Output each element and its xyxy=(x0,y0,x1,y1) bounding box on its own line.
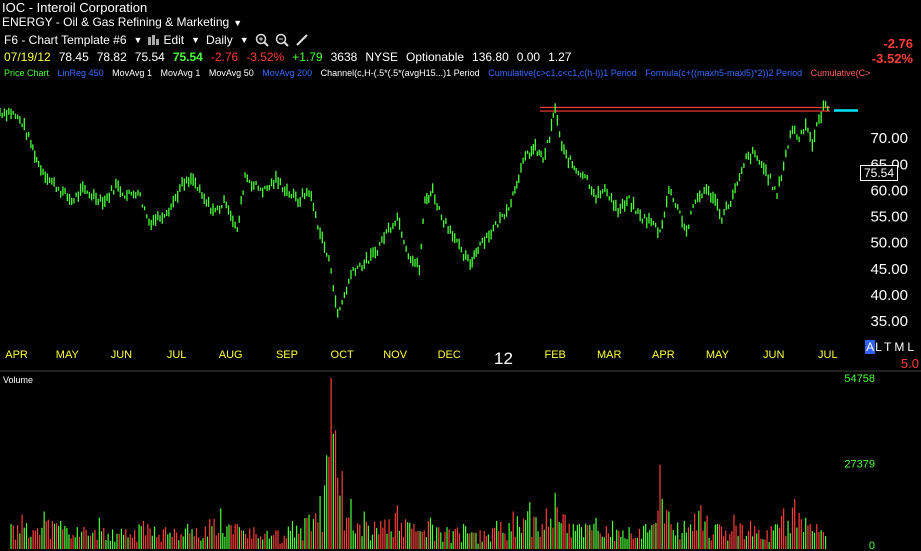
indicator-legend: Price Chart LinReg 450 MovAvg 1 MovAvg 1… xyxy=(4,68,921,78)
draw-tool-button[interactable] xyxy=(295,33,309,47)
y-tick-label: 55.00 xyxy=(870,209,908,226)
period-label: Daily xyxy=(206,33,233,47)
x-tick-label: APR xyxy=(5,349,28,361)
legend-cumulative1[interactable]: Cumulative(c>c1,c<c1,c(h-l))1 Period xyxy=(488,68,637,78)
legend-cumulative2[interactable]: Cumulative(C> xyxy=(811,68,871,78)
x-tick-label: MAY xyxy=(56,349,80,361)
quote-v2: 0.00 xyxy=(516,50,541,64)
scale-toggle[interactable]: L xyxy=(875,340,884,354)
edit-button[interactable]: Edit ▼ xyxy=(148,33,200,47)
y-tick-label: 50.00 xyxy=(870,235,908,252)
quote-v3: 1.27 xyxy=(548,50,572,64)
pen-icon xyxy=(295,34,308,46)
y-tick-label: 40.00 xyxy=(870,287,908,304)
price-chart[interactable]: 35.0040.0045.0050.0055.0060.0065.0070.00… xyxy=(0,80,921,372)
y-tick-label: 35.00 xyxy=(870,313,908,330)
quote-optionable: Optionable xyxy=(406,50,465,64)
volume-tick-label: 27379 xyxy=(844,459,875,471)
change-box: -2.76 -3.52% xyxy=(872,36,913,66)
legend-ma50[interactable]: MovAvg 50 xyxy=(209,68,254,78)
x-tick-label: JUL xyxy=(167,349,187,361)
x-tick-label: FEB xyxy=(544,349,565,361)
x-axis: APR MAY JUN JUL AUG SEP OCT NOV DEC FEB MAR APR MAY J… xyxy=(5,349,837,361)
chevron-down-icon: ▼ xyxy=(133,35,143,45)
resistance-lines xyxy=(540,106,830,112)
y-axis: 35.0040.0045.0050.0055.0060.0065.0070.00 xyxy=(870,130,908,330)
legend-channel[interactable]: Channel(c,H-(.5*(.5*(avgH15...)1 Period xyxy=(321,68,480,78)
quote-exchange: NYSE xyxy=(365,50,398,64)
quote-volume: 3638 xyxy=(330,50,358,64)
price-series xyxy=(0,100,858,318)
grid-icon xyxy=(148,35,160,45)
zoom-out-icon xyxy=(275,33,289,47)
scale-toggles[interactable]: ALTML xyxy=(865,340,917,354)
y-tick-label: 60.00 xyxy=(870,182,908,199)
security-title[interactable]: IOC - Interoil Corporation xyxy=(2,0,147,15)
zoom-in-icon xyxy=(255,33,269,47)
chevron-down-icon: ▼ xyxy=(191,35,201,45)
year-label: 12 xyxy=(494,349,513,368)
last-price-tag: 75.54 xyxy=(860,164,899,182)
volume-bars xyxy=(10,378,827,549)
quote-bar: 07/19/12 78.45 78.82 75.54 75.54 -2.76 -… xyxy=(4,50,571,64)
y-tick-label: 45.00 xyxy=(870,261,908,278)
legend-formula[interactable]: Formula(c+((maxh5-maxl5)*2))2 Period xyxy=(645,68,802,78)
quote-v1: 136.80 xyxy=(472,50,509,64)
change-box-value: -2.76 xyxy=(883,36,913,51)
chevron-down-icon: ▼ xyxy=(233,18,243,28)
change-box-pct: -3.52% xyxy=(871,51,913,66)
scale-toggle[interactable]: M xyxy=(894,340,907,354)
quote-last: 75.54 xyxy=(172,50,203,64)
x-tick-label: OCT xyxy=(331,349,355,361)
legend-ma1b[interactable]: MovAvg 1 xyxy=(160,68,200,78)
x-tick-label: APR xyxy=(652,349,675,361)
x-tick-label: JUN xyxy=(111,349,132,361)
volume-axis: 54758 27379 0 xyxy=(844,373,875,551)
volume-tick-label: 0 xyxy=(869,540,875,551)
zoom-in-button[interactable] xyxy=(255,33,269,47)
zoom-out-button[interactable] xyxy=(275,33,289,47)
x-tick-label: NOV xyxy=(383,349,408,361)
x-tick-label: DEC xyxy=(438,349,461,361)
quote-change-pct: -3.52% xyxy=(246,50,285,64)
x-tick-label: MAR xyxy=(597,349,622,361)
quote-low: 75.54 xyxy=(134,50,165,64)
quote-tick-change: +1.79 xyxy=(292,50,323,64)
legend-ma200[interactable]: MovAvg 200 xyxy=(262,68,312,78)
quote-open: 78.45 xyxy=(58,50,89,64)
scale-toggle[interactable]: T xyxy=(884,340,894,354)
volume-chart[interactable]: 54758 27379 0 xyxy=(0,372,921,551)
legend-price-chart[interactable]: Price Chart xyxy=(4,68,49,78)
x-tick-label: SEP xyxy=(276,349,298,361)
x-tick-label: JUL xyxy=(818,349,838,361)
legend-ma1[interactable]: MovAvg 1 xyxy=(112,68,152,78)
quote-change: -2.76 xyxy=(210,50,239,64)
template-dropdown[interactable]: F6 - Chart Template #6 ▼ xyxy=(4,33,142,47)
edit-label: Edit xyxy=(163,33,185,47)
period-dropdown[interactable]: Daily ▼ xyxy=(206,33,249,47)
toolbar: F6 - Chart Template #6 ▼ Edit ▼ Daily ▼ xyxy=(4,33,309,47)
legend-linreg[interactable]: LinReg 450 xyxy=(58,68,104,78)
scale-toggle[interactable]: L xyxy=(907,340,917,354)
x-tick-label: MAY xyxy=(706,349,730,361)
quote-high: 78.82 xyxy=(96,50,127,64)
scale-value: 5.0 xyxy=(900,356,919,371)
last-price-value: 75.54 xyxy=(860,165,899,181)
sector-dropdown[interactable]: ENERGY - Oil & Gas Refining & Marketing ▼ xyxy=(2,15,242,29)
y-tick-label: 70.00 xyxy=(870,130,908,147)
sector-label: ENERGY - Oil & Gas Refining & Marketing xyxy=(2,15,230,29)
template-label: F6 - Chart Template #6 xyxy=(4,33,127,47)
x-tick-label: AUG xyxy=(219,349,243,361)
x-tick-label: JUN xyxy=(763,349,784,361)
scale-toggle[interactable]: A xyxy=(865,340,876,354)
quote-date: 07/19/12 xyxy=(4,50,51,64)
chevron-down-icon: ▼ xyxy=(239,35,249,45)
volume-tick-label: 54758 xyxy=(844,373,875,385)
